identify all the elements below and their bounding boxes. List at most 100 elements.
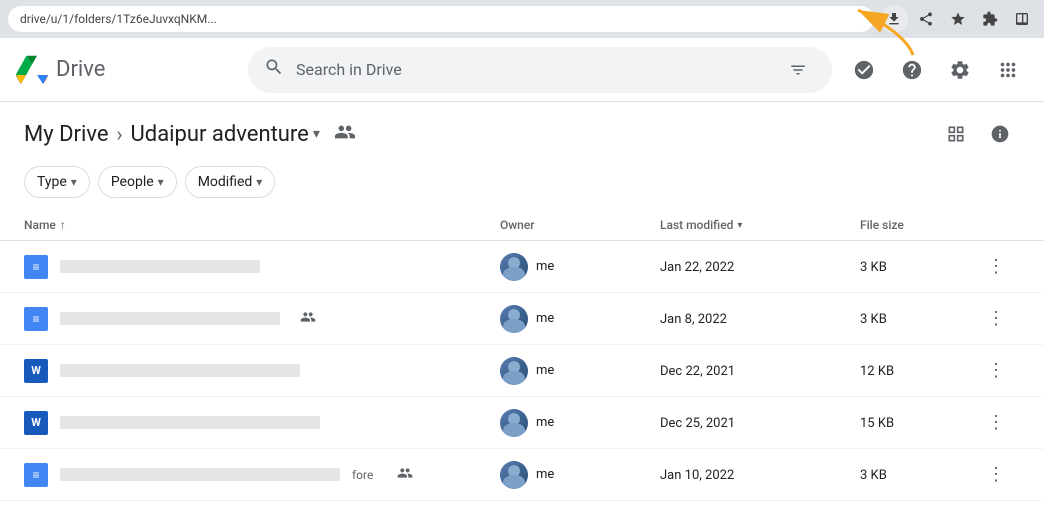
owner-cell: me — [500, 409, 660, 437]
people-chip-label: People — [111, 174, 154, 190]
owner-cell: me — [500, 461, 660, 489]
more-options-button[interactable]: ⋮ — [980, 251, 1012, 283]
shared-icon — [300, 309, 316, 329]
owner-name: me — [536, 415, 554, 430]
browser-bar: drive/u/1/folders/1Tz6eJuvxqNKM... — [0, 0, 1044, 38]
settings-icon[interactable] — [940, 50, 980, 90]
apps-grid-icon[interactable] — [988, 50, 1028, 90]
owner-name: me — [536, 363, 554, 378]
owner-cell: me — [500, 357, 660, 385]
type-filter-chip[interactable]: Type ▾ — [24, 166, 90, 198]
owner-name: me — [536, 311, 554, 326]
name-column-label: Name — [24, 218, 56, 232]
tasks-icon[interactable] — [844, 50, 884, 90]
address-bar[interactable]: drive/u/1/folders/1Tz6eJuvxqNKM... — [8, 6, 874, 32]
file-row[interactable]: ≡ me Jan 8, 2022 3 KB ⋮ — [0, 293, 1044, 345]
help-icon[interactable] — [892, 50, 932, 90]
avatar — [500, 253, 528, 281]
app-header: Drive Search in Drive — [0, 38, 1044, 102]
file-list-header: Name ↑ Owner Last modified ▾ File size — [0, 210, 1044, 241]
modified-cell: Jan 10, 2022 — [660, 467, 860, 483]
size-cell: 12 KB — [860, 363, 980, 379]
owner-column-label: Owner — [500, 218, 535, 232]
file-size: 12 KB — [860, 364, 894, 379]
file-type-icon: W — [24, 411, 48, 435]
breadcrumb-my-drive[interactable]: My Drive — [24, 122, 109, 147]
extension-icon[interactable] — [976, 5, 1004, 33]
avatar — [500, 461, 528, 489]
sidebar-icon[interactable] — [1008, 5, 1036, 33]
breadcrumb-current-folder[interactable]: Udaipur adventure ▾ — [131, 122, 320, 147]
address-text: drive/u/1/folders/1Tz6eJuvxqNKM... — [20, 12, 217, 26]
star-browser-icon[interactable] — [944, 5, 972, 33]
drive-label: Drive — [56, 57, 105, 82]
breadcrumb-right-actions — [936, 114, 1020, 154]
file-size: 3 KB — [860, 312, 887, 327]
info-toggle[interactable] — [980, 114, 1020, 154]
modified-cell: Jan 22, 2022 — [660, 259, 860, 275]
type-chip-label: Type — [37, 174, 67, 190]
modified-date: Jan 10, 2022 — [660, 468, 734, 483]
file-row[interactable]: W me Dec 22, 2021 12 KB ⋮ — [0, 345, 1044, 397]
file-size: 3 KB — [860, 468, 887, 483]
browser-icons — [880, 5, 1036, 33]
name-column-header[interactable]: Name ↑ — [24, 218, 500, 232]
modified-date: Jan 22, 2022 — [660, 260, 734, 275]
size-cell: 15 KB — [860, 415, 980, 431]
avatar — [500, 357, 528, 385]
file-name-cell: W — [24, 411, 500, 435]
people-chip-arrow: ▾ — [158, 175, 164, 189]
people-filter-chip[interactable]: People ▾ — [98, 166, 177, 198]
avatar — [500, 409, 528, 437]
drive-logo-area: Drive — [16, 54, 236, 86]
owner-name: me — [536, 467, 554, 482]
modified-filter-chip[interactable]: Modified ▾ — [185, 166, 276, 198]
filter-options-icon[interactable] — [780, 52, 816, 88]
file-type-icon: ≡ — [24, 255, 48, 279]
shared-people-icon[interactable] — [334, 121, 356, 148]
file-name-cell: ≡ — [24, 307, 500, 331]
more-options-button[interactable]: ⋮ — [980, 407, 1012, 439]
name-sort-icon: ↑ — [60, 218, 66, 232]
file-row[interactable]: ≡ fore me Jan 10, 2022 3 KB ⋮ — [0, 449, 1044, 501]
file-type-icon: ≡ — [24, 307, 48, 331]
search-placeholder: Search in Drive — [296, 60, 768, 79]
download-icon-btn[interactable] — [880, 5, 908, 33]
size-cell: 3 KB — [860, 467, 980, 483]
shared-label: fore — [352, 468, 373, 482]
modified-column-label: Last modified — [660, 218, 733, 232]
modified-column-header[interactable]: Last modified ▾ — [660, 218, 860, 232]
shared-icon — [397, 465, 413, 485]
file-size: 3 KB — [860, 260, 887, 275]
modified-chip-label: Modified — [198, 174, 253, 190]
more-options-button[interactable]: ⋮ — [980, 355, 1012, 387]
more-options-button[interactable]: ⋮ — [980, 459, 1012, 491]
share-browser-icon[interactable] — [912, 5, 940, 33]
drive-logo-icon — [16, 54, 48, 86]
size-column-label: File size — [860, 218, 904, 232]
modified-sort-icon: ▾ — [737, 220, 742, 231]
header-right — [844, 50, 1028, 90]
modified-cell: Jan 8, 2022 — [660, 311, 860, 327]
file-name-cell: ≡ — [24, 255, 500, 279]
modified-cell: Dec 25, 2021 — [660, 415, 860, 431]
type-chip-arrow: ▾ — [71, 175, 77, 189]
file-row[interactable]: W me Dec 25, 2021 15 KB ⋮ — [0, 397, 1044, 449]
breadcrumb-separator: › — [117, 122, 123, 146]
owner-name: me — [536, 259, 554, 274]
folder-name-text: Udaipur adventure — [131, 122, 309, 147]
file-name-cell: W — [24, 359, 500, 383]
file-list: ≡ me Jan 22, 2022 3 KB ⋮ ≡ — [0, 241, 1044, 501]
filter-chips: Type ▾ People ▾ Modified ▾ — [0, 162, 1044, 210]
size-cell: 3 KB — [860, 311, 980, 327]
file-name-cell: ≡ fore — [24, 463, 500, 487]
size-cell: 3 KB — [860, 259, 980, 275]
file-size: 15 KB — [860, 416, 894, 431]
modified-chip-arrow: ▾ — [256, 175, 262, 189]
size-column-header: File size — [860, 218, 980, 232]
search-bar[interactable]: Search in Drive — [248, 47, 832, 93]
file-type-icon: ≡ — [24, 463, 48, 487]
file-row[interactable]: ≡ me Jan 22, 2022 3 KB ⋮ — [0, 241, 1044, 293]
more-options-button[interactable]: ⋮ — [980, 303, 1012, 335]
grid-view-toggle[interactable] — [936, 114, 976, 154]
